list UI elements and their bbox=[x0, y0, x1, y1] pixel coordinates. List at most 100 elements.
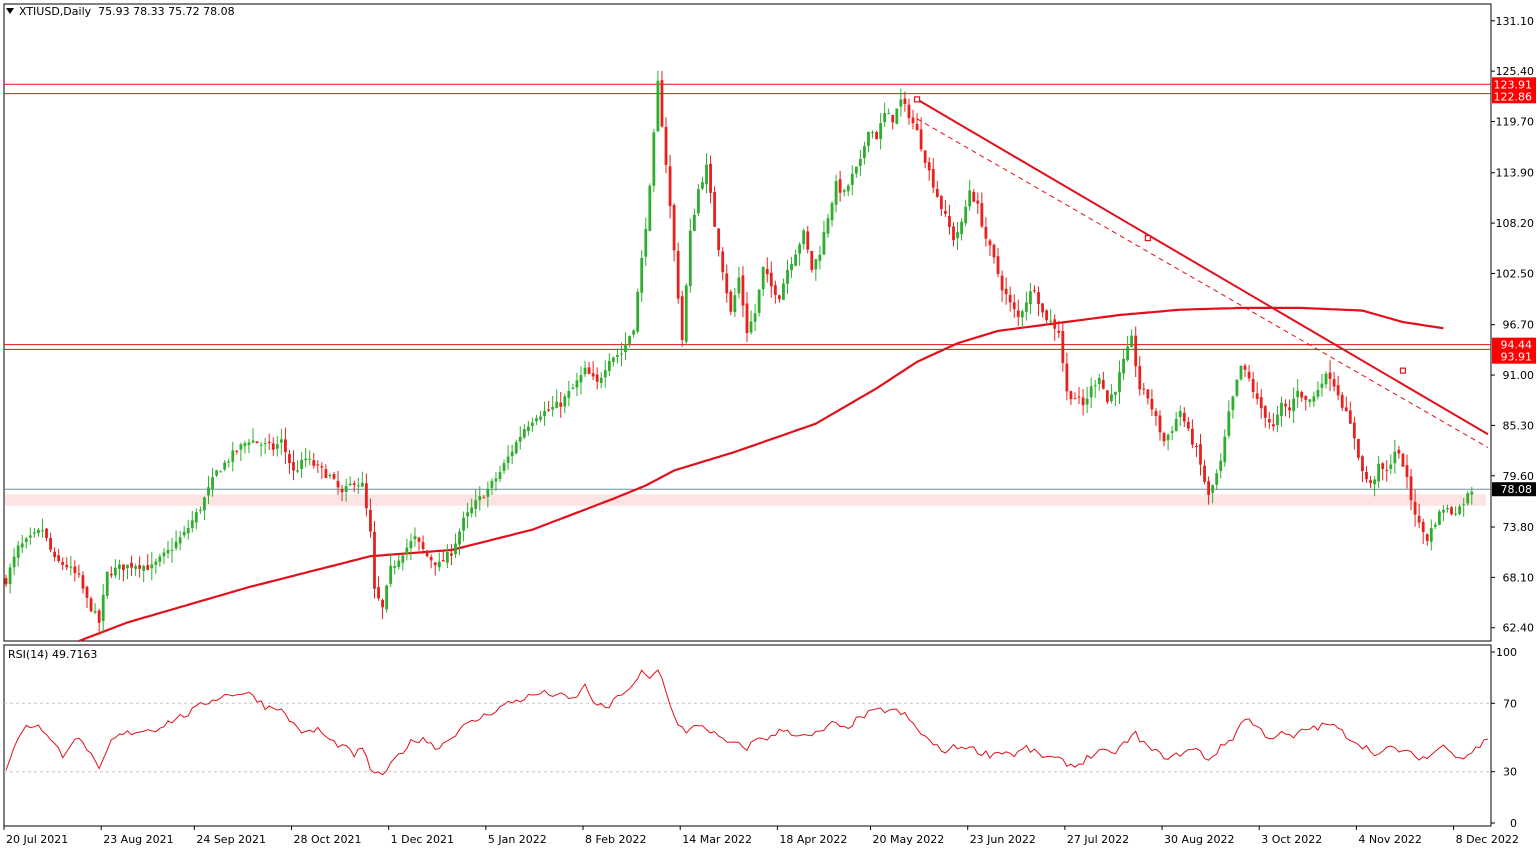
candle-bull bbox=[616, 355, 619, 357]
time-tick-label: 20 May 2022 bbox=[873, 833, 945, 846]
trendline-anchor-handle[interactable] bbox=[913, 96, 921, 103]
candle-bear bbox=[267, 441, 271, 444]
candle-bull bbox=[1324, 373, 1328, 385]
candle-bull bbox=[178, 537, 182, 544]
candle-bull bbox=[539, 416, 542, 420]
candle-bear bbox=[1199, 444, 1202, 465]
candle-bull bbox=[757, 289, 761, 313]
chart-root: 131.10 125.40 119.70 113.90 108.20 102.50 96.7… bbox=[0, 0, 1540, 848]
candle-bear bbox=[903, 98, 907, 105]
candle-bull bbox=[393, 566, 397, 568]
candle-bull bbox=[413, 536, 417, 540]
candle-bear bbox=[664, 126, 668, 165]
candle-bull bbox=[93, 610, 97, 613]
candle-bull bbox=[834, 181, 838, 205]
rsi-pane-frame bbox=[3, 644, 1492, 827]
candle-bull bbox=[1235, 379, 1239, 396]
candle-bear bbox=[53, 551, 57, 558]
candle-bull bbox=[1454, 513, 1457, 515]
candle-bear bbox=[1073, 398, 1077, 400]
dropdown-triangle-icon[interactable] bbox=[6, 8, 14, 14]
chart-canvas[interactable]: 131.10 125.40 119.70 113.90 108.20 102.50 96.7… bbox=[0, 0, 1540, 848]
price-tick-label: 85.30 bbox=[1503, 419, 1535, 432]
candle-bear bbox=[1401, 453, 1405, 467]
candle-bull bbox=[1174, 418, 1178, 432]
candle-bull bbox=[733, 295, 737, 313]
candle-bear bbox=[935, 188, 939, 197]
candle-bear bbox=[4, 578, 8, 585]
candle-bull bbox=[198, 510, 202, 512]
candle-bull bbox=[1024, 302, 1028, 312]
candle-bear bbox=[915, 123, 919, 131]
candle-bear bbox=[381, 599, 384, 608]
candle-bear bbox=[109, 573, 113, 576]
candle-bear bbox=[433, 562, 437, 566]
candle-bear bbox=[676, 251, 680, 299]
candle-bull bbox=[1219, 460, 1223, 472]
candle-bull bbox=[409, 541, 413, 549]
candle-bull bbox=[113, 567, 117, 576]
candle-bull bbox=[304, 458, 308, 461]
candle-bear bbox=[939, 196, 943, 209]
price-tick-label: 113.90 bbox=[1496, 167, 1535, 180]
ma200-line bbox=[78, 306, 1444, 643]
candle-bear bbox=[1365, 471, 1368, 480]
candle-bull bbox=[494, 478, 498, 482]
candle-bear bbox=[1288, 407, 1291, 411]
candle-bull bbox=[502, 463, 506, 471]
ohlc-values: 75.93 78.33 75.72 78.08 bbox=[98, 5, 235, 18]
candle-bear bbox=[1101, 380, 1105, 389]
candle-bear bbox=[312, 460, 316, 466]
candle-bear bbox=[984, 226, 988, 239]
candle-bull bbox=[854, 166, 858, 174]
candle-bull bbox=[1085, 398, 1089, 405]
candle-bull bbox=[486, 489, 490, 497]
candle-bull bbox=[871, 132, 874, 134]
candle-bull bbox=[1466, 493, 1470, 504]
candle-bear bbox=[73, 566, 77, 574]
candle-bear bbox=[875, 132, 878, 140]
time-tick-label: 23 Aug 2021 bbox=[103, 833, 173, 846]
downtrend-line[interactable] bbox=[916, 98, 1489, 436]
candle-bear bbox=[1041, 303, 1044, 313]
candle-bull bbox=[518, 436, 522, 442]
candle-bear bbox=[806, 231, 810, 250]
candle-bull bbox=[786, 269, 789, 284]
candle-bull bbox=[567, 390, 571, 398]
candle-bull bbox=[182, 531, 186, 536]
candle-bear bbox=[1304, 395, 1308, 400]
candle-bear bbox=[1409, 476, 1413, 501]
candle-bear bbox=[927, 162, 931, 171]
price-label: 93.91 bbox=[1501, 351, 1533, 364]
candle-bull bbox=[211, 477, 214, 490]
candle-bull bbox=[474, 500, 478, 509]
candle-bear bbox=[421, 542, 425, 550]
candle-bear bbox=[1195, 446, 1198, 448]
candle-bear bbox=[996, 256, 1000, 274]
candle-bear bbox=[911, 117, 915, 124]
candle-bear bbox=[1361, 456, 1364, 472]
time-tick-label: 24 Sep 2021 bbox=[196, 833, 266, 846]
candle-bear bbox=[1369, 480, 1372, 484]
time-tick-label: 3 Oct 2022 bbox=[1261, 833, 1322, 846]
price-tick-label: 119.70 bbox=[1496, 116, 1535, 129]
candle-bull bbox=[1292, 398, 1296, 412]
candle-bull bbox=[154, 561, 158, 565]
candle-bull bbox=[1118, 372, 1121, 392]
candle-bull bbox=[620, 353, 623, 355]
candle-bull bbox=[227, 461, 231, 463]
symbol-label: XTIUSD,Daily bbox=[19, 5, 92, 18]
candle-bull bbox=[24, 538, 28, 543]
candle-bear bbox=[976, 200, 980, 204]
candle-bull bbox=[1130, 335, 1134, 347]
candle-bull bbox=[867, 131, 870, 146]
candle-bear bbox=[559, 402, 563, 407]
trendline-anchor-handle[interactable] bbox=[1399, 367, 1407, 374]
candle-bear bbox=[745, 303, 749, 334]
candle-bear bbox=[1190, 428, 1194, 445]
candle-bull bbox=[170, 549, 174, 551]
candle-bull bbox=[705, 164, 708, 185]
trendline-anchor-handle[interactable] bbox=[1144, 235, 1151, 242]
candle-bear bbox=[122, 564, 125, 571]
price-tick-label: 91.00 bbox=[1503, 369, 1535, 382]
